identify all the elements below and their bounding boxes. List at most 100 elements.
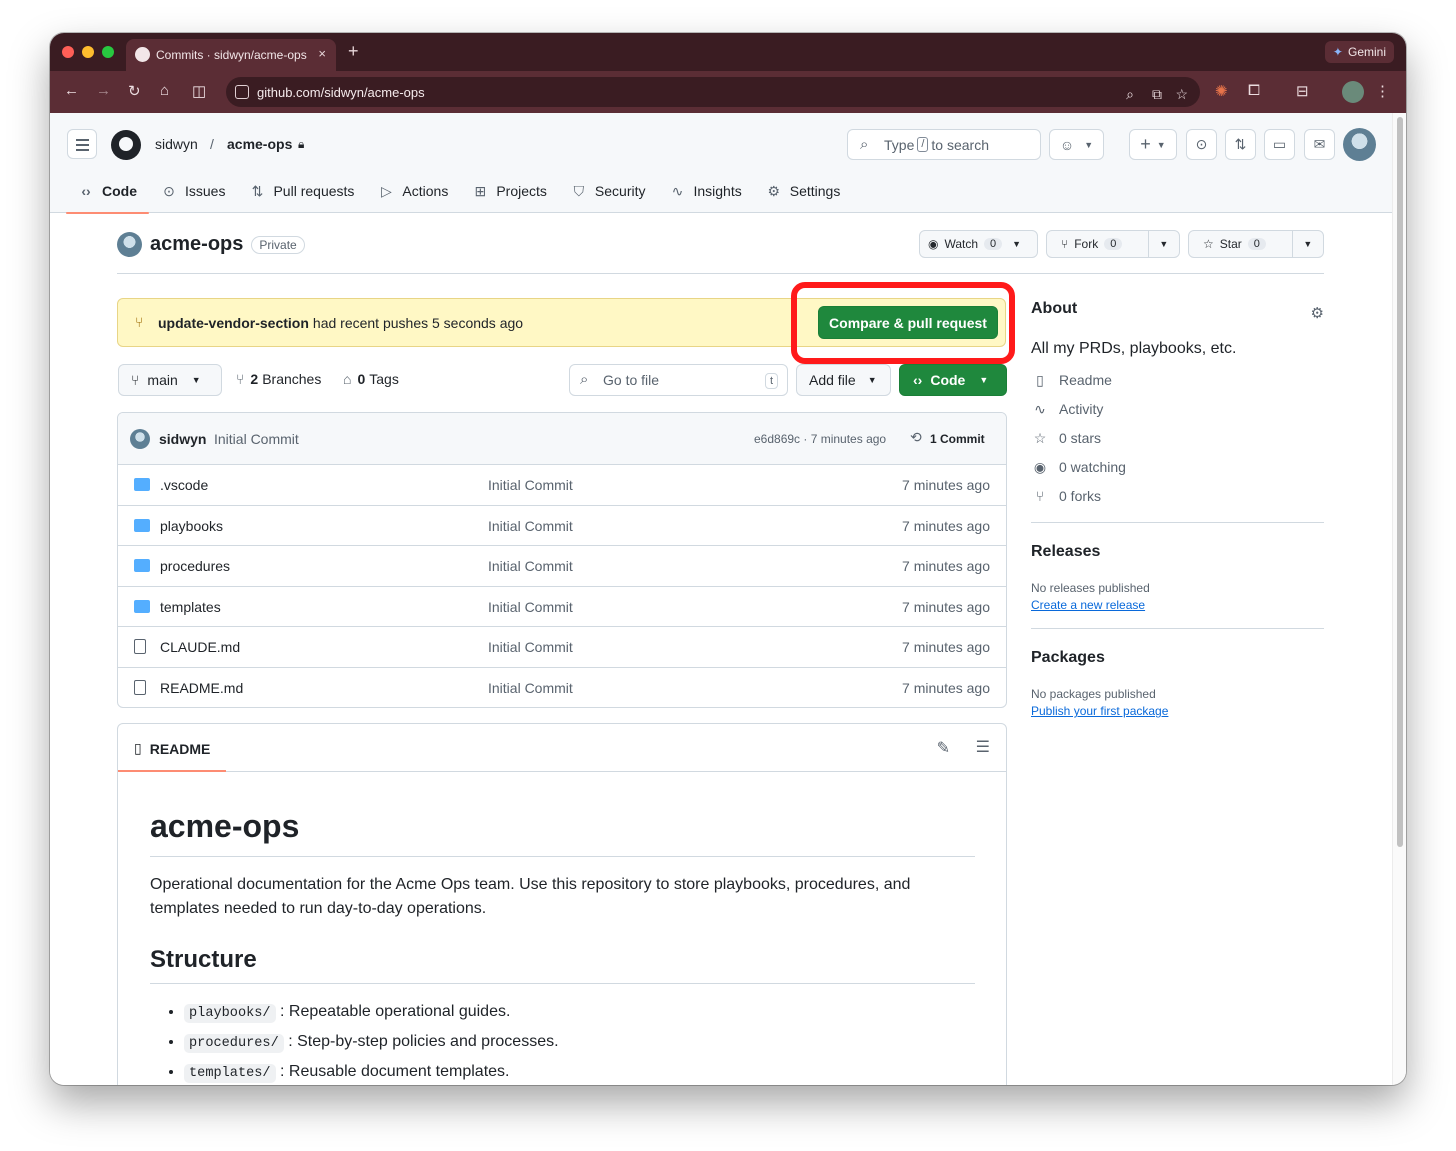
- repositories-button[interactable]: ▭: [1264, 129, 1295, 160]
- pull-requests-button[interactable]: ⇅: [1225, 129, 1256, 160]
- scrollbar-thumb[interactable]: [1397, 117, 1403, 847]
- issues-button[interactable]: ⊙: [1186, 129, 1217, 160]
- table-row[interactable]: procedures Initial Commit 7 minutes ago: [118, 546, 1006, 587]
- commit-author[interactable]: sidwyn: [159, 431, 206, 447]
- copilot-button[interactable]: ☺ ▼: [1049, 129, 1104, 160]
- file-commit-message[interactable]: Initial Commit: [488, 558, 573, 574]
- hamburger-menu-button[interactable]: [67, 129, 97, 159]
- commit-message[interactable]: Initial Commit: [214, 431, 299, 447]
- close-window-button[interactable]: [62, 46, 74, 58]
- shield-icon: ⛉: [573, 182, 585, 199]
- file-commit-message[interactable]: Initial Commit: [488, 477, 573, 493]
- table-row[interactable]: .vscode Initial Commit 7 minutes ago: [118, 465, 1006, 506]
- maximize-window-button[interactable]: [102, 46, 114, 58]
- pushed-branch-name[interactable]: update-vendor-section: [158, 315, 309, 331]
- install-app-icon[interactable]: ⧉: [1152, 86, 1162, 103]
- tab-search-icon[interactable]: ⊟: [1296, 82, 1309, 100]
- file-commit-message[interactable]: Initial Commit: [488, 680, 573, 696]
- branches-link[interactable]: ⑂ 2 Branches: [236, 371, 321, 387]
- file-name[interactable]: README.md: [160, 680, 243, 696]
- tags-count: 0: [357, 371, 366, 387]
- sidebar-link-activity[interactable]: ∿ Activity: [1031, 399, 1324, 419]
- commit-meta[interactable]: e6d869c · 7 minutes ago: [754, 432, 886, 446]
- github-logo-icon[interactable]: [111, 130, 141, 160]
- readme-tab[interactable]: ▯ README: [118, 740, 227, 772]
- packages-title[interactable]: Packages: [1031, 649, 1324, 667]
- file-name[interactable]: playbooks: [160, 518, 223, 534]
- extensions-icon[interactable]: ⧠: [1248, 82, 1260, 99]
- table-row[interactable]: playbooks Initial Commit 7 minutes ago: [118, 506, 1006, 547]
- edit-pencil-icon[interactable]: ✎: [937, 738, 950, 758]
- site-info-icon[interactable]: [235, 85, 249, 99]
- search-input[interactable]: ⌕ Type / to search: [847, 129, 1041, 160]
- profile-avatar[interactable]: [1342, 81, 1364, 103]
- user-avatar[interactable]: [1343, 128, 1376, 161]
- publish-package-link[interactable]: Publish your first package: [1031, 704, 1324, 718]
- create-release-link[interactable]: Create a new release: [1031, 598, 1324, 612]
- file-name[interactable]: procedures: [160, 558, 230, 574]
- tab-issues[interactable]: ⊙ Issues: [149, 169, 237, 213]
- sidebar-link-forks[interactable]: ⑂ 0 forks: [1031, 486, 1324, 506]
- readme-tab-label: README: [149, 740, 211, 757]
- sidebar-link-watching[interactable]: ◉ 0 watching: [1031, 457, 1324, 477]
- commit-count[interactable]: 1 Commit: [930, 432, 985, 446]
- breadcrumb-repo[interactable]: acme-ops: [227, 136, 292, 152]
- tab-settings[interactable]: ⚙ Settings: [754, 169, 853, 213]
- chevron-down-icon[interactable]: ▼: [1147, 231, 1179, 257]
- bookmark-star-icon[interactable]: ☆: [1175, 86, 1188, 103]
- claude-extension-icon[interactable]: ✺: [1215, 82, 1228, 100]
- repo-name[interactable]: acme-ops: [150, 233, 243, 256]
- page-scrollbar[interactable]: [1392, 113, 1406, 1085]
- file-commit-message[interactable]: Initial Commit: [488, 639, 573, 655]
- address-bar[interactable]: github.com/sidwyn/acme-ops ⌕ ⧉ ☆: [226, 77, 1200, 107]
- repo-icon: ▭: [1272, 136, 1287, 152]
- breadcrumb-owner[interactable]: sidwyn: [155, 136, 198, 152]
- go-to-file-input[interactable]: ⌕ Go to file t: [569, 364, 788, 396]
- fork-label: Fork: [1074, 237, 1099, 251]
- tab-security[interactable]: ⛉ Security: [559, 169, 658, 213]
- tab-projects[interactable]: ⊞ Projects: [460, 169, 559, 213]
- inbox-button[interactable]: ✉: [1304, 129, 1335, 160]
- close-tab-icon[interactable]: ×: [318, 46, 326, 61]
- tags-link[interactable]: ⌂ 0 Tags: [343, 371, 399, 387]
- tab-code[interactable]: ‹› Code: [66, 169, 149, 214]
- sidebar-link-readme[interactable]: ▯ Readme: [1031, 370, 1324, 390]
- tab-actions[interactable]: ▷ Actions: [366, 169, 460, 213]
- compare-pull-request-button[interactable]: Compare & pull request: [818, 306, 998, 339]
- reload-icon[interactable]: ↻: [128, 82, 141, 100]
- zoom-icon[interactable]: ⌕: [1126, 86, 1134, 103]
- tab-insights[interactable]: ∿ Insights: [657, 169, 753, 213]
- home-icon[interactable]: ⌂: [160, 82, 169, 99]
- releases-title[interactable]: Releases: [1031, 543, 1324, 561]
- table-row[interactable]: templates Initial Commit 7 minutes ago: [118, 587, 1006, 628]
- new-tab-button[interactable]: +: [348, 41, 359, 62]
- branch-selector[interactable]: ⑂ main ▼: [118, 364, 222, 396]
- split-view-icon[interactable]: ◫: [192, 82, 206, 100]
- visibility-badge: Private: [251, 235, 305, 254]
- readme-body: acme-ops Operational documentation for t…: [150, 806, 975, 1085]
- forward-icon[interactable]: →: [96, 82, 111, 99]
- file-commit-message[interactable]: Initial Commit: [488, 518, 573, 534]
- chevron-down-icon[interactable]: ▼: [1291, 231, 1323, 257]
- table-row[interactable]: README.md Initial Commit 7 minutes ago: [118, 668, 1006, 707]
- tab-pull-requests[interactable]: ⇅ Pull requests: [237, 169, 366, 213]
- table-row[interactable]: CLAUDE.md Initial Commit 7 minutes ago: [118, 627, 1006, 668]
- file-name[interactable]: CLAUDE.md: [160, 639, 240, 655]
- minimize-window-button[interactable]: [82, 46, 94, 58]
- star-button[interactable]: ☆ Star 0 ▼: [1188, 230, 1324, 258]
- create-new-button[interactable]: + ▼: [1129, 129, 1177, 160]
- back-icon[interactable]: ←: [64, 82, 79, 99]
- fork-button[interactable]: ⑂ Fork 0 ▼: [1046, 230, 1180, 258]
- outline-list-icon[interactable]: ☰: [976, 737, 990, 757]
- gemini-button[interactable]: ✦ Gemini: [1324, 41, 1394, 63]
- sidebar-link-stars[interactable]: ☆ 0 stars: [1031, 428, 1324, 448]
- watch-button[interactable]: ◉ Watch 0 ▼: [919, 230, 1038, 258]
- gear-icon[interactable]: ⚙: [1311, 304, 1324, 322]
- file-name[interactable]: .vscode: [160, 477, 208, 493]
- browser-tab[interactable]: Commits · sidwyn/acme-ops ×: [126, 39, 336, 71]
- add-file-button[interactable]: Add file ▼: [796, 364, 891, 396]
- file-commit-message[interactable]: Initial Commit: [488, 599, 573, 615]
- code-dropdown-button[interactable]: ‹› Code ▼: [899, 364, 1007, 396]
- file-name[interactable]: templates: [160, 599, 221, 615]
- browser-menu-icon[interactable]: ⋮: [1375, 82, 1390, 100]
